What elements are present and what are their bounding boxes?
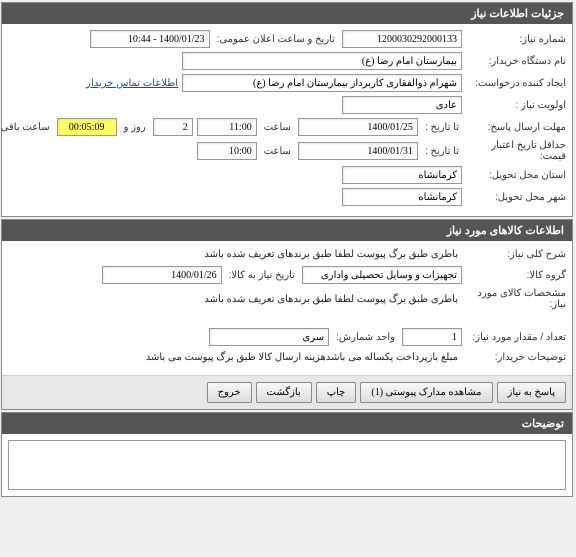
- panel1-header: جزئیات اطلاعات نیاز: [3, 3, 573, 24]
- panel3-header: توضیحات: [3, 413, 573, 434]
- notes-panel: توضیحات: [2, 412, 574, 497]
- delivery-state-field[interactable]: [343, 166, 463, 184]
- buyer-notes-label: توضیحات خریدار:: [467, 352, 567, 363]
- need-date-field[interactable]: [103, 266, 223, 284]
- unit-label: واحد شمارش:: [334, 332, 399, 343]
- announce-label: تاریخ و ساعت اعلان عمومی:: [215, 34, 340, 45]
- days-field[interactable]: [154, 118, 194, 136]
- buyer-field[interactable]: [183, 52, 463, 70]
- delivery-state-label: استان محل تحویل:: [467, 170, 567, 181]
- group-field[interactable]: [303, 266, 463, 284]
- desc-value: باطری طبق برگ پیوست لطفا طبق برندهای تعر…: [201, 247, 463, 262]
- min-credit-time-field[interactable]: [198, 142, 258, 160]
- announce-field[interactable]: [91, 30, 211, 48]
- spec-value: باطری طبق برگ پیوست لطفا طبق برندهای تعر…: [201, 292, 463, 307]
- contact-link[interactable]: اطلاعات تماس خریدار: [87, 78, 179, 89]
- need-date-label: تاریخ نیاز به کالا:: [227, 270, 299, 281]
- priority-field[interactable]: [343, 96, 463, 114]
- min-credit-label: حداقل تاریخ اعتبار قیمت:: [467, 140, 567, 162]
- deadline-time-field[interactable]: [198, 118, 258, 136]
- goods-info-panel: اطلاعات کالاهای مورد نیاز شرح کلی نیاز: …: [2, 219, 574, 410]
- unit-field[interactable]: [210, 328, 330, 346]
- back-button[interactable]: بازگشت: [257, 382, 313, 403]
- qty-field[interactable]: [403, 328, 463, 346]
- qty-label: تعداد / مقدار مورد نیاز:: [467, 332, 567, 343]
- days-label: روز و: [122, 122, 150, 133]
- notes-area[interactable]: [9, 440, 567, 490]
- attachments-button[interactable]: مشاهده مدارک پیوستی (1): [361, 382, 493, 403]
- deadline-date-field[interactable]: [299, 118, 419, 136]
- delivery-city-field[interactable]: [343, 188, 463, 206]
- group-label: گروه کالا:: [467, 270, 567, 281]
- need-info-panel: جزئیات اطلاعات نیاز شماره نیاز: تاریخ و …: [2, 2, 574, 217]
- time-label-1: ساعت: [262, 122, 295, 133]
- niaz-no-label: شماره نیاز:: [467, 34, 567, 45]
- min-credit-date-field[interactable]: [299, 142, 419, 160]
- panel2-header: اطلاعات کالاهای مورد نیاز: [3, 220, 573, 241]
- niaz-no-field[interactable]: [343, 30, 463, 48]
- time-label-2: ساعت: [262, 146, 295, 157]
- exit-button[interactable]: خروج: [208, 382, 253, 403]
- deadline-label: مهلت ارسال پاسخ:: [467, 122, 567, 133]
- respond-button[interactable]: پاسخ به نیاز: [498, 382, 568, 403]
- print-button[interactable]: چاپ: [317, 382, 358, 403]
- creator-label: ایجاد کننده درخواست:: [467, 78, 567, 89]
- delivery-city-label: شهر محل تحویل:: [467, 192, 567, 203]
- buyer-label: نام دستگاه خریدار:: [467, 56, 567, 67]
- deadline-to-label: تا تاریخ :: [423, 122, 463, 133]
- creator-field[interactable]: [183, 74, 463, 92]
- button-bar: پاسخ به نیاز مشاهده مدارک پیوستی (1) چاپ…: [3, 375, 573, 409]
- remain-label: ساعت باقی مانده: [0, 122, 54, 133]
- desc-label: شرح کلی نیاز:: [467, 249, 567, 260]
- remain-time-field: [58, 118, 118, 136]
- buyer-notes-value: مبلغ بازپرداخت یکساله می باشدهزینه ارسال…: [143, 350, 463, 365]
- min-credit-to-label: تا تاریخ :: [423, 146, 463, 157]
- spec-label: مشخصات کالای مورد نیاز:: [467, 288, 567, 310]
- priority-label: اولویت نیاز :: [467, 100, 567, 111]
